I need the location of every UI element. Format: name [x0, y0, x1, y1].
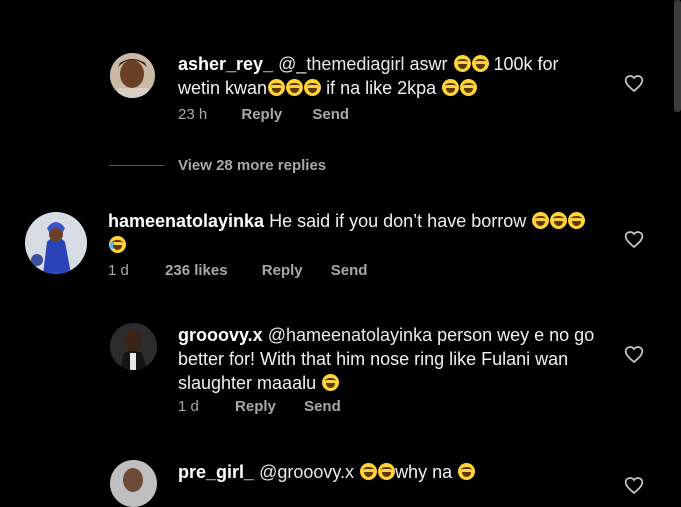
comment-text-part: 100k for: [493, 54, 559, 74]
send-button[interactable]: Send: [331, 262, 368, 279]
reply-button[interactable]: Reply: [235, 398, 276, 415]
heart-icon[interactable]: [624, 476, 644, 495]
comment-text: grooovy.x @hameenatolayinka person wey e…: [178, 323, 594, 347]
timestamp: 1 d: [178, 398, 199, 415]
laughing-emoji-icon: [458, 463, 476, 480]
laughing-emoji-icon: [286, 79, 304, 96]
comment-text-part: slaughter maaalu: [178, 373, 317, 393]
comment-text: hameenatolayinka He said if you don’t ha…: [108, 209, 586, 233]
avatar-image-icon: [25, 212, 87, 274]
laughing-emoji-icon: [378, 463, 396, 480]
view-more-replies-button[interactable]: View 28 more replies: [178, 157, 326, 174]
laughing-emoji-icon: [532, 212, 550, 229]
reply-button[interactable]: Reply: [241, 106, 282, 123]
laughing-emoji-icon: [322, 374, 340, 391]
reply-button[interactable]: Reply: [262, 262, 303, 279]
laughing-emoji-icon: [442, 79, 460, 96]
comment-meta: 1 d Reply Send: [178, 398, 341, 415]
avatar[interactable]: [110, 53, 155, 98]
send-button[interactable]: Send: [312, 106, 349, 123]
scrollbar[interactable]: [674, 0, 681, 112]
comment-text-part: aswr: [409, 54, 448, 74]
crying-emoji-icon: [109, 236, 126, 253]
send-button[interactable]: Send: [304, 398, 341, 415]
mention-link[interactable]: @grooovy.x: [259, 462, 354, 482]
avatar[interactable]: [25, 212, 87, 274]
timestamp: 23 h: [178, 106, 208, 123]
comment-text-line2: better for! With that him nose ring like…: [178, 347, 594, 371]
view-more-divider: [109, 165, 164, 166]
avatar[interactable]: [110, 460, 157, 507]
heart-icon[interactable]: [624, 230, 644, 249]
laughing-emoji-icon: [460, 79, 478, 96]
comment-text-line2: wetin kwan if na like 2kpa: [178, 76, 559, 100]
avatar-image-icon: [110, 460, 157, 507]
laughing-emoji-icon: [471, 55, 489, 72]
laughing-emoji-icon: [360, 463, 378, 480]
comment-meta: 1 d 236 likes Reply Send: [108, 262, 367, 279]
username[interactable]: asher_rey_: [178, 54, 273, 74]
username[interactable]: hameenatolayinka: [108, 211, 264, 231]
comment-text-part: better for! With that him nose ring like…: [178, 349, 569, 369]
comment-text: pre_girl_ @grooovy.x why na: [178, 460, 476, 484]
laughing-emoji-icon: [453, 55, 471, 72]
mention-link[interactable]: @_themediagirl: [278, 54, 404, 74]
likes-count[interactable]: 236 likes: [165, 262, 228, 279]
comment-text-part: why na: [395, 462, 453, 482]
comment-text-part: person wey e no go: [437, 325, 595, 345]
comment-meta: 23 h Reply Send: [178, 106, 349, 123]
username[interactable]: grooovy.x: [178, 325, 263, 345]
avatar-image-icon: [110, 53, 155, 98]
comment-text-line3: slaughter maaalu: [178, 371, 594, 395]
mention-link[interactable]: @hameenatolayinka: [268, 325, 432, 345]
comment-text-line2: [108, 233, 585, 257]
comment-text-part: He said if you don’t have borrow: [269, 211, 527, 231]
laughing-emoji-icon: [268, 79, 286, 96]
laughing-emoji-icon: [568, 212, 586, 229]
laughing-emoji-icon: [550, 212, 568, 229]
username[interactable]: pre_girl_: [178, 462, 254, 482]
comment-text-part: wetin kwan: [178, 78, 268, 98]
heart-icon[interactable]: [624, 345, 644, 364]
laughing-emoji-icon: [304, 79, 322, 96]
avatar[interactable]: [110, 323, 157, 370]
comment-text-part: if na like 2kpa: [326, 78, 437, 98]
heart-icon[interactable]: [624, 74, 644, 93]
timestamp: 1 d: [108, 262, 129, 279]
comment-text: asher_rey_ @_themediagirl aswr 100k for: [178, 52, 559, 76]
avatar-image-icon: [110, 323, 157, 370]
